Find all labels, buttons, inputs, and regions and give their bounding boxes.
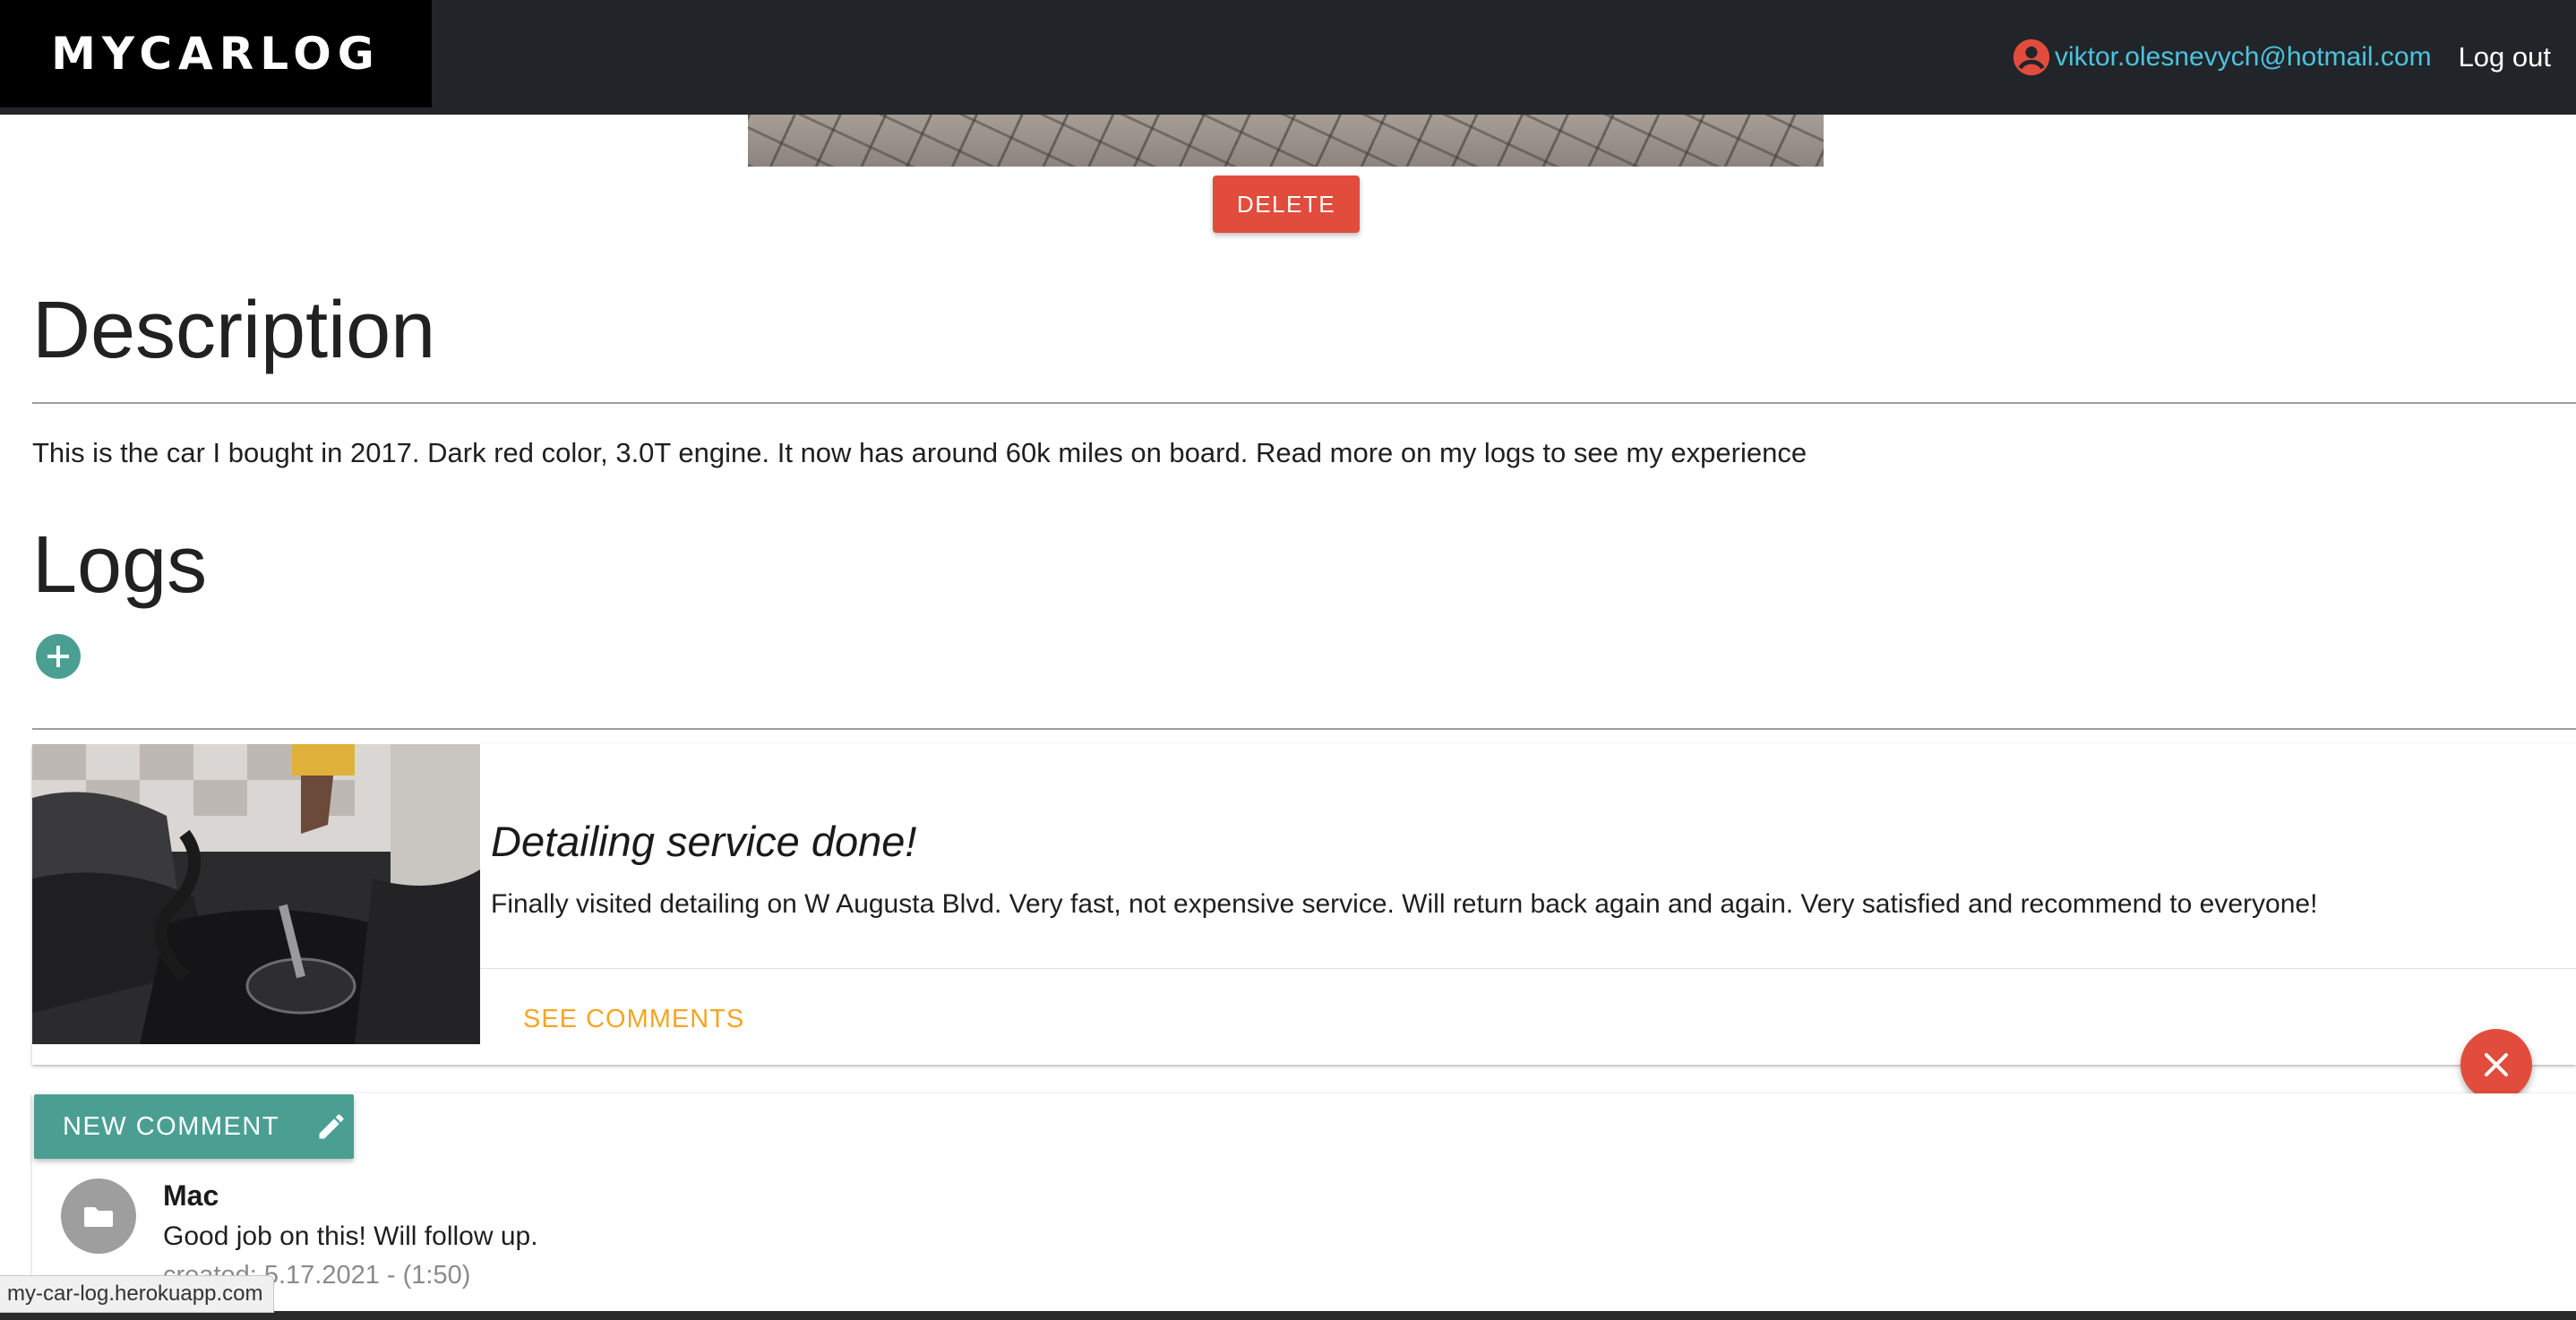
delete-car-button[interactable]: DELETE — [1213, 176, 1360, 233]
user-menu: viktor.olesnevych@hotmail.com Log out — [2012, 0, 2551, 115]
logs-heading: Logs — [32, 520, 208, 610]
navbar: MYCARLOG viktor.olesnevych@hotmail.com L… — [0, 0, 2576, 115]
pencil-icon — [319, 1114, 344, 1139]
close-comments-button[interactable] — [2460, 1029, 2532, 1101]
avatar — [61, 1179, 136, 1254]
description-text: This is the car I bought in 2017. Dark r… — [32, 437, 1807, 468]
add-log-button[interactable] — [36, 634, 81, 679]
comment-text: Good job on this! Will follow up. — [163, 1221, 538, 1251]
status-bar-url: my-car-log.herokuapp.com — [0, 1275, 275, 1313]
car-photo — [748, 115, 1824, 167]
log-title: Detailing service done! — [491, 818, 917, 865]
new-comment-button[interactable]: NEW COMMENT — [34, 1094, 354, 1159]
brand-text: MYCARLOG — [51, 28, 381, 80]
close-icon — [2485, 1053, 2508, 1076]
card-divider — [480, 968, 2576, 969]
window-bottom-edge — [0, 1311, 2576, 1320]
plus-circle-icon — [47, 646, 69, 667]
log-text: Finally visited detailing on W Augusta B… — [491, 889, 2318, 919]
user-email-link[interactable]: viktor.olesnevych@hotmail.com — [2055, 42, 2432, 73]
description-heading: Description — [32, 286, 436, 375]
comment-author: Mac — [163, 1179, 219, 1212]
see-comments-link[interactable]: SEE COMMENTS — [523, 1005, 744, 1034]
log-image — [32, 744, 480, 1044]
brand-logo[interactable]: MYCARLOG — [0, 0, 432, 107]
car-interior-photo — [32, 744, 480, 1044]
new-comment-label: NEW COMMENT — [63, 1111, 280, 1141]
divider — [32, 402, 2576, 404]
folder-icon — [84, 1207, 113, 1227]
logout-link[interactable]: Log out — [2459, 41, 2551, 73]
account-circle-icon — [2013, 39, 2050, 76]
divider — [32, 728, 2576, 730]
